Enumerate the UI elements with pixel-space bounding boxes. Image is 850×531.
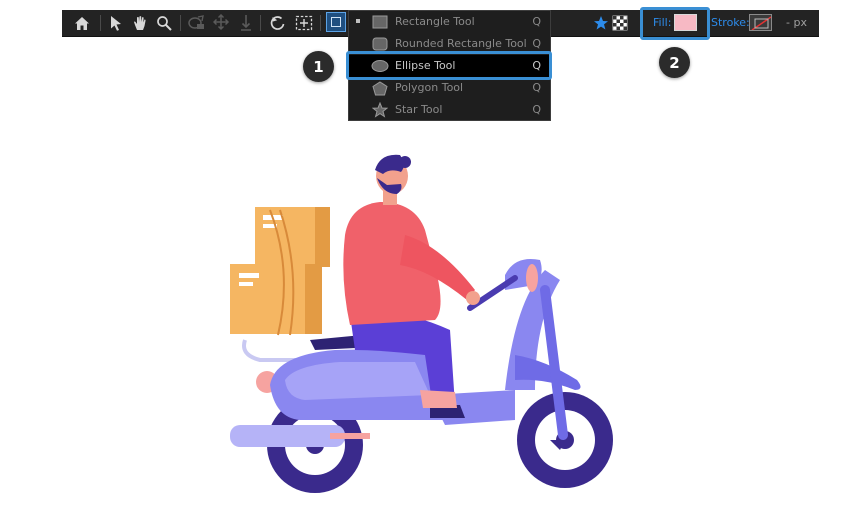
rotation-tool-icon[interactable] — [268, 13, 288, 33]
hand-tool-icon[interactable] — [130, 13, 150, 33]
checker-toggle-icon[interactable] — [610, 13, 630, 33]
fill-callout-highlight — [640, 7, 710, 40]
ellipse-tool-callout-highlight — [346, 51, 552, 80]
parcel-boxes — [230, 207, 330, 336]
menu-item-shortcut: Q — [532, 15, 541, 28]
toolbar-divider — [260, 15, 261, 31]
dolly-camera-icon[interactable] — [236, 13, 256, 33]
checked-indicator — [356, 19, 360, 23]
star-toggle-icon[interactable] — [591, 13, 611, 33]
toolbar-divider — [100, 15, 101, 31]
rectangle-icon — [331, 17, 341, 27]
selection-tool-icon[interactable] — [106, 13, 126, 33]
step-1-badge: 1 — [303, 51, 334, 82]
polygon-icon — [371, 80, 389, 96]
menu-item-label: Polygon Tool — [395, 81, 464, 94]
toolbar-divider — [320, 15, 321, 31]
step-2-badge: 2 — [659, 47, 690, 78]
menu-item-shortcut: Q — [532, 81, 541, 94]
menu-item-label: Rounded Rectangle Tool — [395, 37, 527, 50]
shape-tool-button[interactable] — [326, 12, 346, 32]
menu-item-label: Star Tool — [395, 103, 443, 116]
stroke-color-swatch[interactable] — [749, 14, 772, 31]
menu-item-polygon-tool[interactable]: Polygon Tool Q — [349, 77, 550, 99]
orbit-camera-icon[interactable] — [186, 13, 206, 33]
menu-item-shortcut: Q — [532, 37, 541, 50]
home-icon[interactable] — [72, 13, 92, 33]
delivery-scooter-illustration — [230, 154, 613, 493]
stroke-width-units[interactable]: - px — [786, 16, 807, 29]
rounded-rectangle-icon — [371, 36, 389, 52]
rectangle-icon — [371, 14, 389, 30]
stroke-label[interactable]: Stroke: — [711, 16, 750, 29]
menu-item-shortcut: Q — [532, 103, 541, 116]
pan-behind-tool-icon[interactable] — [294, 13, 314, 33]
menu-item-star-tool[interactable]: Star Tool Q — [349, 99, 550, 121]
menu-item-label: Rectangle Tool — [395, 15, 475, 28]
toolbar-divider — [180, 15, 181, 31]
menu-item-rectangle-tool[interactable]: Rectangle Tool Q — [349, 11, 550, 33]
zoom-tool-icon[interactable] — [154, 13, 174, 33]
star-icon — [371, 102, 389, 118]
pan-camera-icon[interactable] — [212, 13, 232, 33]
